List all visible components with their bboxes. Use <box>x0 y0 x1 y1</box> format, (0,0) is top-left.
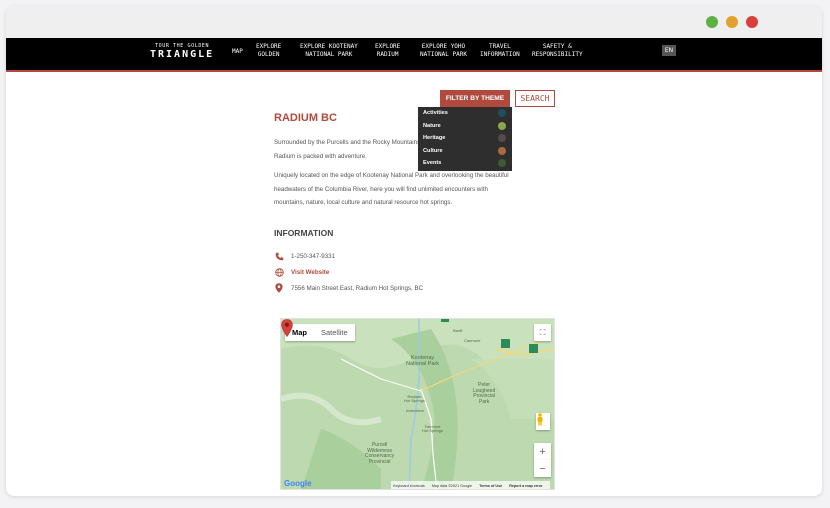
location-map[interactable]: Map Satellite Kootenay National Park Pet… <box>280 318 555 490</box>
theme-color-dot <box>498 159 506 168</box>
map-marker-icon[interactable] <box>281 319 293 337</box>
report-map-error-link[interactable]: Report a map error <box>509 484 542 488</box>
map-terrain <box>281 319 554 489</box>
zoom-out-button[interactable]: − <box>534 460 551 477</box>
street-view-pegman-icon[interactable] <box>536 413 550 430</box>
visit-website-link[interactable]: Visit Website <box>291 269 329 276</box>
page-title: RADIUM BC <box>274 112 337 124</box>
main-navbar: TOUR THE GOLDEN TRIANGLE MAP EXPLORE GOL… <box>6 38 822 72</box>
theme-option-label: Nature <box>423 122 441 129</box>
map-label-radium: Radium Hot Springs <box>404 394 425 404</box>
phone-number[interactable]: 1-250-347-9331 <box>291 253 335 260</box>
language-selector[interactable]: EN <box>662 45 676 56</box>
zoom-in-button[interactable]: + <box>534 443 551 460</box>
keyboard-shortcuts-link[interactable]: Keyboard shortcuts <box>393 484 425 488</box>
window-titlebar <box>6 6 822 38</box>
theme-option-label: Events <box>423 160 442 167</box>
browser-window: TOUR THE GOLDEN TRIANGLE MAP EXPLORE GOL… <box>6 6 822 496</box>
theme-option-label: Heritage <box>423 135 446 142</box>
logo-wordmark: TRIANGLE <box>150 49 215 60</box>
theme-color-dot <box>498 121 506 130</box>
terms-of-use-link[interactable]: Terms of Use <box>479 484 502 488</box>
nav-item-explore-yoho[interactable]: EXPLORE YOHO NATIONAL PARK <box>420 43 467 59</box>
map-label-banff: Banff <box>453 328 463 333</box>
map-label-lougheed: Peter Lougheed Provincial Park <box>473 382 496 405</box>
nav-item-explore-radium[interactable]: EXPLORE RADIUM <box>375 43 400 59</box>
theme-color-dot <box>498 146 506 155</box>
theme-color-dot <box>498 134 506 143</box>
address-text: 7556 Main Street East, Radium Hot Spring… <box>291 284 424 292</box>
location-pin-icon <box>274 283 284 293</box>
website-row: Visit Website <box>274 266 329 278</box>
theme-option-heritage[interactable]: Heritage <box>418 132 512 145</box>
nav-item-explore-golden[interactable]: EXPLORE GOLDEN <box>256 43 281 59</box>
theme-option-culture[interactable]: Culture <box>418 145 512 158</box>
theme-color-dot <box>498 109 506 117</box>
google-logo[interactable]: Google <box>284 479 312 488</box>
maximize-button[interactable] <box>706 16 718 28</box>
phone-icon <box>274 251 284 261</box>
map-tab-satellite[interactable]: Satellite <box>314 324 355 341</box>
map-label-kootenay: Kootenay National Park <box>406 355 440 368</box>
nav-item-map[interactable]: MAP <box>232 48 243 56</box>
google-logo-text: Google <box>284 479 312 488</box>
map-label-canmore: Canmore <box>464 338 481 343</box>
information-heading: INFORMATION <box>274 228 334 238</box>
map-data-attribution: Map data ©2021 Google <box>431 484 473 488</box>
globe-icon <box>274 267 284 277</box>
search-button[interactable]: SEARCH <box>515 90 555 107</box>
theme-dropdown: Activities Nature Heritage Culture Event… <box>418 107 512 171</box>
address-row: 7556 Main Street East, Radium Hot Spring… <box>274 282 423 294</box>
map-label-fairmont: Fairmont Hot Springs <box>422 424 443 434</box>
theme-option-label: Activities <box>423 110 448 116</box>
intro-paragraph: Surrounded by the Purcells and the Rocky… <box>274 139 422 160</box>
nav-item-safety[interactable]: SAFETY & RESPONSIBILITY <box>532 43 583 59</box>
theme-option-label: Culture <box>423 147 443 154</box>
map-label-purcell: Purcell Wilderness Conservancy Provincia… <box>365 442 395 465</box>
phone-row: 1-250-347-9331 <box>274 250 335 262</box>
theme-option-nature[interactable]: Nature <box>418 120 512 133</box>
nav-item-explore-kootenay[interactable]: EXPLORE KOOTENAY NATIONAL PARK <box>300 43 358 59</box>
map-label-invermere: Invermere <box>406 408 425 413</box>
filter-by-theme-button[interactable]: FILTER BY THEME <box>440 90 510 107</box>
nav-item-travel-information[interactable]: TRAVEL INFORMATION <box>480 43 520 59</box>
fullscreen-icon[interactable]: ⛶ <box>534 324 551 341</box>
map-footer: Keyboard shortcuts Map data ©2021 Google… <box>391 481 551 489</box>
map-type-tabs: Map Satellite <box>285 324 355 341</box>
site-logo[interactable]: TOUR THE GOLDEN TRIANGLE <box>150 44 214 60</box>
minimize-button[interactable] <box>726 16 738 28</box>
close-button[interactable] <box>746 16 758 28</box>
theme-option-activities[interactable]: Activities <box>418 107 512 120</box>
theme-option-events[interactable]: Events <box>418 157 512 170</box>
description-paragraph: Uniquely located on the edge of Kootenay… <box>274 172 509 206</box>
